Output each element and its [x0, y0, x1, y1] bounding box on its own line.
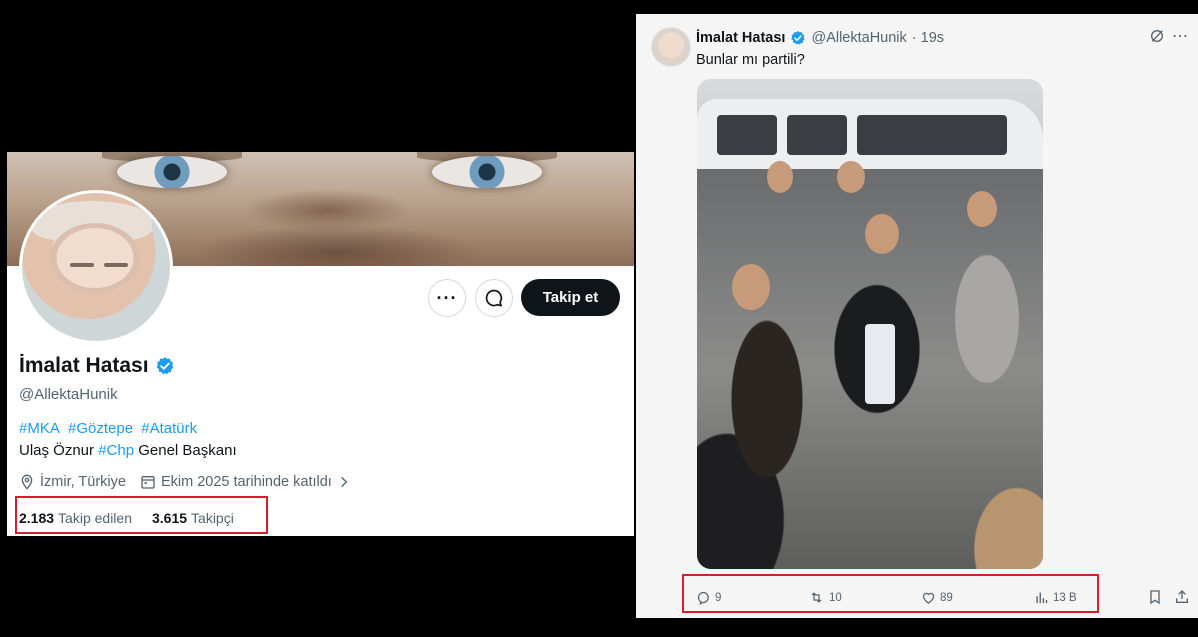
share-icon[interactable] [1174, 589, 1190, 605]
photo-man-shirt [865, 324, 895, 404]
tweet-author-handle[interactable]: @AllektaHunik [811, 30, 906, 46]
avatar-eye [70, 263, 94, 267]
hashtag-link[interactable]: #MKA [19, 420, 60, 437]
photo-head [865, 214, 899, 254]
location-icon [21, 474, 33, 490]
profile-meta: İzmir, Türkiye Ekim 2025 tarihinde katıl… [19, 474, 365, 490]
profile-bio-tags: #MKA #Göztepe #Atatürk [19, 420, 201, 437]
hashtag-link[interactable]: #Chp [98, 442, 134, 459]
bio-text: Ulaş Öznur [19, 442, 99, 459]
follow-button[interactable]: Takip et [521, 279, 620, 316]
tweet-more-icon[interactable]: ⋯ [1172, 26, 1188, 46]
bio-text: Genel Başkanı [134, 442, 237, 459]
tweet-photo[interactable] [697, 79, 1043, 569]
profile-name-row: İmalat Hatası [19, 354, 175, 378]
photo-window [857, 115, 1007, 155]
more-button[interactable]: ··· [428, 279, 466, 317]
highlight-box-engagement [682, 574, 1099, 613]
hashtag-link[interactable]: #Göztepe [68, 420, 133, 437]
message-button[interactable] [475, 279, 513, 317]
photo-head [767, 161, 793, 193]
profile-card: ··· Takip et İmalat Hatası @AllektaHunik… [7, 152, 634, 536]
verified-badge-icon[interactable] [155, 356, 175, 376]
chevron-right-icon [340, 476, 348, 488]
tweet-avatar[interactable] [651, 27, 691, 67]
tweet-text: Bunlar mı partili? [696, 52, 805, 68]
photo-head [732, 264, 770, 310]
calendar-icon [141, 476, 155, 489]
avatar-eye [104, 263, 128, 267]
verified-badge-icon[interactable] [790, 30, 806, 46]
avatar-face [50, 223, 140, 293]
profile-joined[interactable]: Ekim 2025 tarihinde katıldı [140, 474, 351, 490]
photo-head [967, 191, 997, 227]
bookmark-icon[interactable] [1147, 589, 1163, 605]
profile-name: İmalat Hatası [19, 354, 149, 377]
profile-avatar[interactable] [19, 190, 173, 344]
joined-text: Ekim 2025 tarihinde katıldı [160, 474, 332, 490]
profile-handle: @AllektaHunik [19, 386, 118, 403]
tweet-header: İmalat Hatası @AllektaHunik · 19s [696, 30, 944, 46]
highlight-box-stats [15, 496, 268, 534]
more-icon: ··· [436, 287, 458, 308]
photo-window [717, 115, 777, 155]
profile-bio-line: Ulaş Öznur #Chp Genel Başkanı [19, 442, 237, 459]
profile-location: İzmir, Türkiye [19, 474, 126, 490]
tweet-card: İmalat Hatası @AllektaHunik · 19s ⋯ Bunl… [636, 14, 1198, 618]
location-text: İzmir, Türkiye [40, 474, 126, 490]
tweet-time[interactable]: · 19s [912, 30, 944, 46]
photo-head [837, 161, 865, 193]
tweet-author-name[interactable]: İmalat Hatası [696, 30, 785, 46]
grok-icon[interactable] [1149, 28, 1165, 44]
hashtag-link[interactable]: #Atatürk [141, 420, 197, 437]
photo-window [787, 115, 847, 155]
message-icon [485, 289, 503, 307]
